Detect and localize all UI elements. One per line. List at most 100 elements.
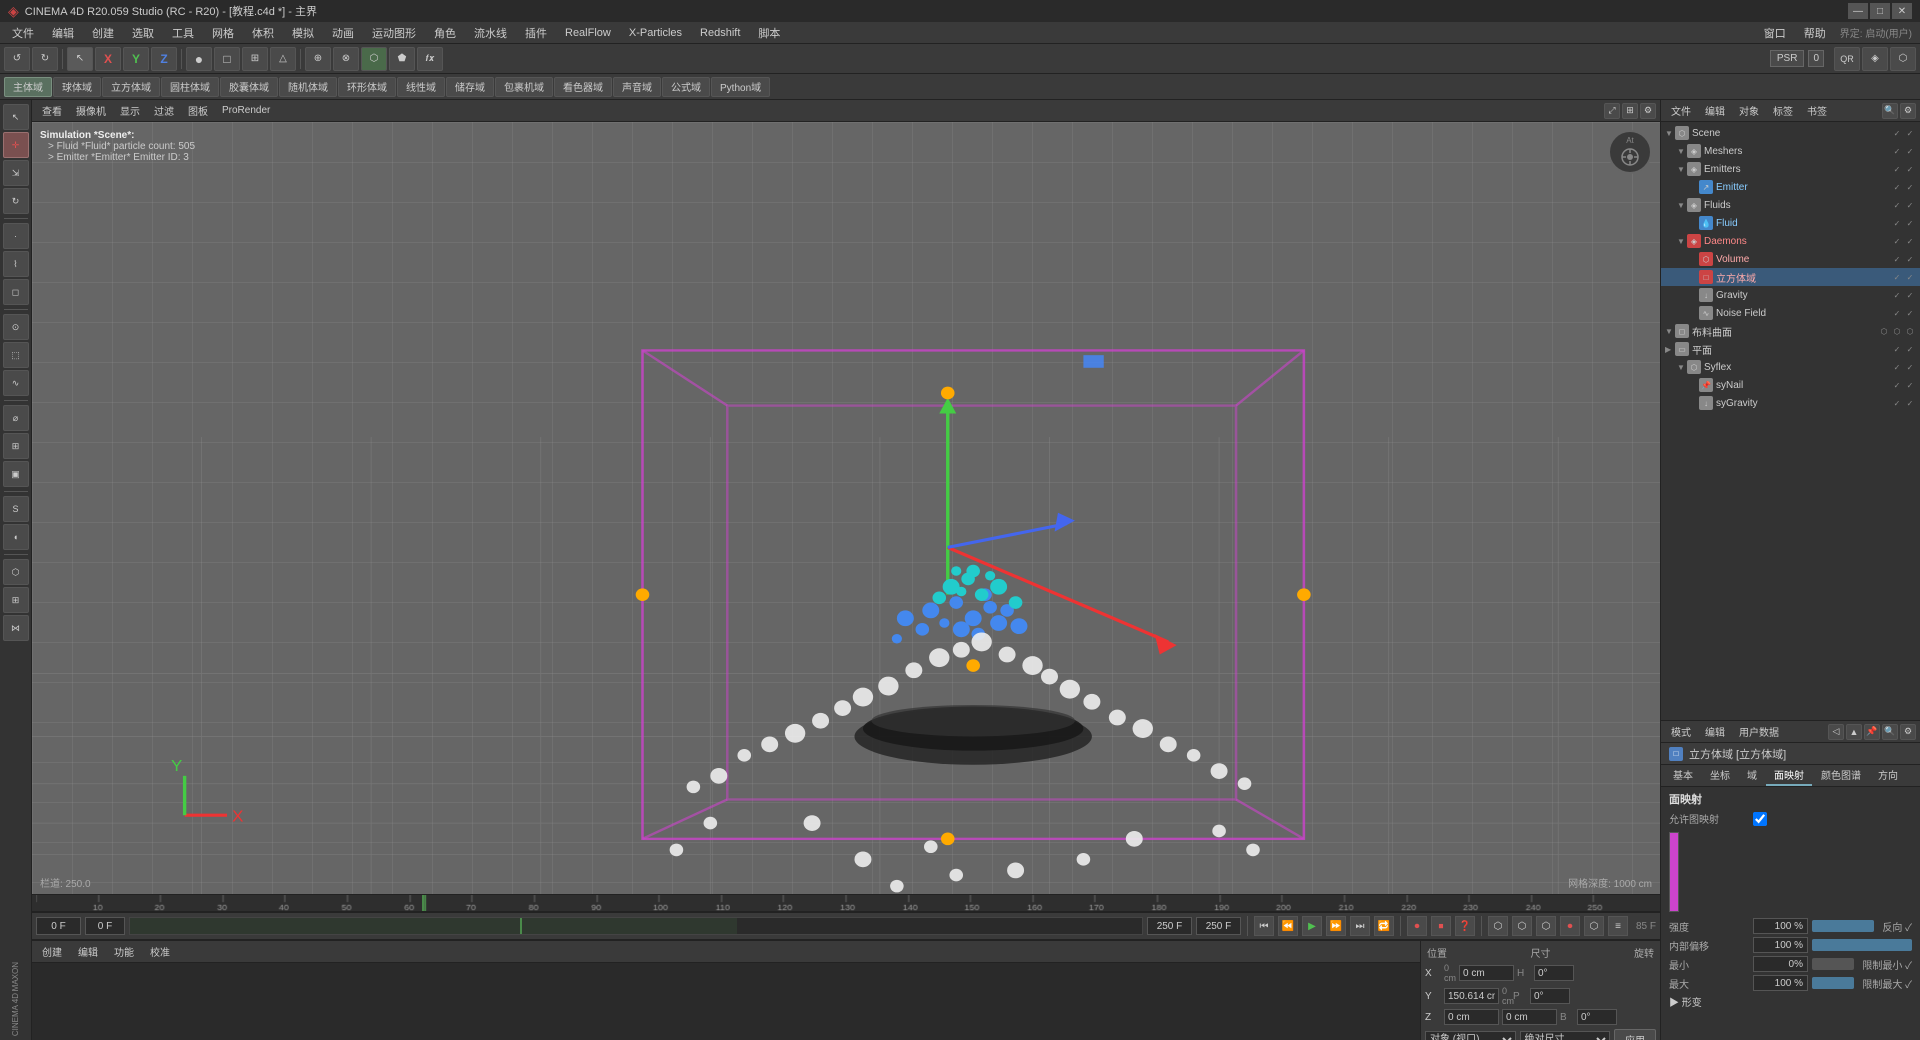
tool-lasso[interactable]: ∿ [3,370,29,396]
maximize-button[interactable]: □ [1870,3,1890,19]
st-file[interactable]: 文件 [1665,102,1697,119]
attr-facemap-tab[interactable]: 面映射 [1766,765,1812,786]
tree-item-sygravity[interactable]: ↓ syGravity ✓ ✓ [1661,394,1920,412]
menu-xparticles[interactable]: X-Particles [621,25,690,41]
attr-lock-icon[interactable]: ▲ [1846,724,1862,740]
menu-tools[interactable]: 工具 [164,23,202,43]
kf-calibrate[interactable]: 校准 [144,943,176,960]
pos-y-input[interactable] [1444,988,1499,1004]
attr-edit-tab[interactable]: 编辑 [1699,723,1731,740]
mode-python[interactable]: Python域 [711,77,770,97]
tree-item-scene[interactable]: ▼ ⬡ Scene ✓ ✓ [1661,124,1920,142]
attr-basic-tab[interactable]: 基本 [1665,765,1701,786]
start-frame-input[interactable] [85,917,125,935]
mode-storage[interactable]: 储存域 [446,77,494,97]
menu-file[interactable]: 文件 [4,23,42,43]
mode-cylinder[interactable]: 圆柱体域 [161,77,219,97]
strength-input[interactable] [1753,918,1808,934]
tool-a[interactable]: ⊕ [305,47,331,71]
extra-a[interactable]: ◈ [1862,47,1888,71]
title-bar-controls[interactable]: — □ ✕ [1848,3,1912,19]
mode-formula[interactable]: 公式域 [662,77,710,97]
st-object[interactable]: 对象 [1733,102,1765,119]
st-settings-icon[interactable]: ⚙ [1900,103,1916,119]
tool-polys[interactable]: ◻ [3,279,29,305]
menu-volume[interactable]: 体积 [244,23,282,43]
tree-item-gravity[interactable]: ↓ Gravity ✓ ✓ [1661,286,1920,304]
attr-pin-icon[interactable]: 📌 [1864,724,1880,740]
obj-sphere[interactable]: ● [186,47,212,71]
next-frame-button[interactable]: ⏩ [1326,916,1346,936]
max-slider[interactable] [1812,977,1854,989]
preview-end-input[interactable] [1196,917,1241,935]
mode-cube[interactable]: 立方体域 [102,77,160,97]
tool-knife[interactable]: ⌀ [3,405,29,431]
apply-button[interactable]: 应用 [1614,1029,1656,1040]
go-start-button[interactable]: ⏮ [1254,916,1274,936]
extra-b[interactable]: ⬡ [1890,47,1916,71]
vp-filter[interactable]: 过滤 [148,102,180,119]
transform-space-select[interactable]: 绝对尺寸 [1520,1031,1611,1040]
tool-select[interactable]: ↖ [3,104,29,130]
undo-button[interactable]: ↺ [4,47,30,71]
attr-direction-tab[interactable]: 方向 [1870,765,1906,786]
attr-coord-tab[interactable]: 坐标 [1702,765,1738,786]
record-button[interactable]: ⏺ [1407,916,1427,936]
menu-pipeline[interactable]: 流水线 [466,23,515,43]
attr-userdata-tab[interactable]: 用户数据 [1733,723,1785,740]
max-input[interactable] [1753,975,1808,991]
vp-display[interactable]: 显示 [114,102,146,119]
menu-plugins[interactable]: 插件 [517,23,555,43]
tree-item-syflex[interactable]: ▼ ⬡ Syflex ✓ ✓ [1661,358,1920,376]
timeline-ruler[interactable] [32,894,1660,912]
rot-p-input[interactable] [1530,988,1570,1004]
tool-grid[interactable]: ⊞ [3,587,29,613]
tool-points[interactable]: · [3,223,29,249]
rec-extra-f[interactable]: ≡ [1608,916,1628,936]
tree-item-cubedomain[interactable]: □ 立方体域 ✓ ✓ [1661,268,1920,286]
minimize-button[interactable]: — [1848,3,1868,19]
tree-item-cloth[interactable]: ▼ ◻ 布料曲面 ⬡ ⬡ ⬡ [1661,322,1920,340]
tool-bridge[interactable]: ⊞ [3,433,29,459]
rec-extra-a[interactable]: ⬡ [1488,916,1508,936]
rec-extra-c[interactable]: ⬡ [1536,916,1556,936]
inner-offset-slider[interactable] [1812,939,1912,951]
vp-settings[interactable]: ⚙ [1640,103,1656,119]
tool-magnet[interactable]: S [3,496,29,522]
loop-button[interactable]: 🔁 [1374,916,1394,936]
end-frame-input[interactable] [1147,917,1192,935]
obj-cylinder[interactable]: ⊞ [242,47,268,71]
tool-scale[interactable]: ⇲ [3,160,29,186]
mode-main[interactable]: 主体域 [4,77,52,97]
viewport[interactable]: X Y Simulation *Scene*: > Fluid *Fluid* … [32,122,1660,894]
attr-settings-icon[interactable]: ⚙ [1900,724,1916,740]
tool-box-select[interactable]: ⬚ [3,342,29,368]
vp-prorender[interactable]: ProRender [216,104,276,117]
tree-item-fluid[interactable]: 💧 Fluid ✓ ✓ [1661,214,1920,232]
qr-button[interactable]: QR [1834,47,1860,71]
kf-create[interactable]: 创建 [36,943,68,960]
move-y[interactable]: Y [123,47,149,71]
rot-b-input[interactable] [1577,1009,1617,1025]
select-tool[interactable]: ↖ [67,47,93,71]
tree-item-emitters[interactable]: ▼ ◈ Emitters ✓ ✓ [1661,160,1920,178]
obj-cube[interactable]: □ [214,47,240,71]
vp-view[interactable]: 查看 [36,102,68,119]
tool-edges[interactable]: ⌇ [3,251,29,277]
kf-edit[interactable]: 编辑 [72,943,104,960]
menu-realflow[interactable]: RealFlow [557,25,619,41]
rec-extra-b[interactable]: ⬡ [1512,916,1532,936]
mode-linear[interactable]: 线性域 [397,77,445,97]
tree-item-emitter[interactable]: ↗ Emitter ✓ ✓ [1661,178,1920,196]
tool-fx[interactable]: 𝒇𝒙 [417,47,443,71]
menu-edit[interactable]: 编辑 [44,23,82,43]
tool-move[interactable]: ✛ [3,132,29,158]
menu-select[interactable]: 选取 [124,23,162,43]
tool-c[interactable]: ⬡ [361,47,387,71]
tree-item-plane[interactable]: ▶ ▭ 平面 ✓ ✓ [1661,340,1920,358]
kf-function[interactable]: 功能 [108,943,140,960]
st-bookmark[interactable]: 书签 [1801,102,1833,119]
mode-random[interactable]: 随机体域 [279,77,337,97]
remapping-label[interactable]: ▶ 形变 [1669,994,1702,1009]
tool-live-select[interactable]: ⊙ [3,314,29,340]
